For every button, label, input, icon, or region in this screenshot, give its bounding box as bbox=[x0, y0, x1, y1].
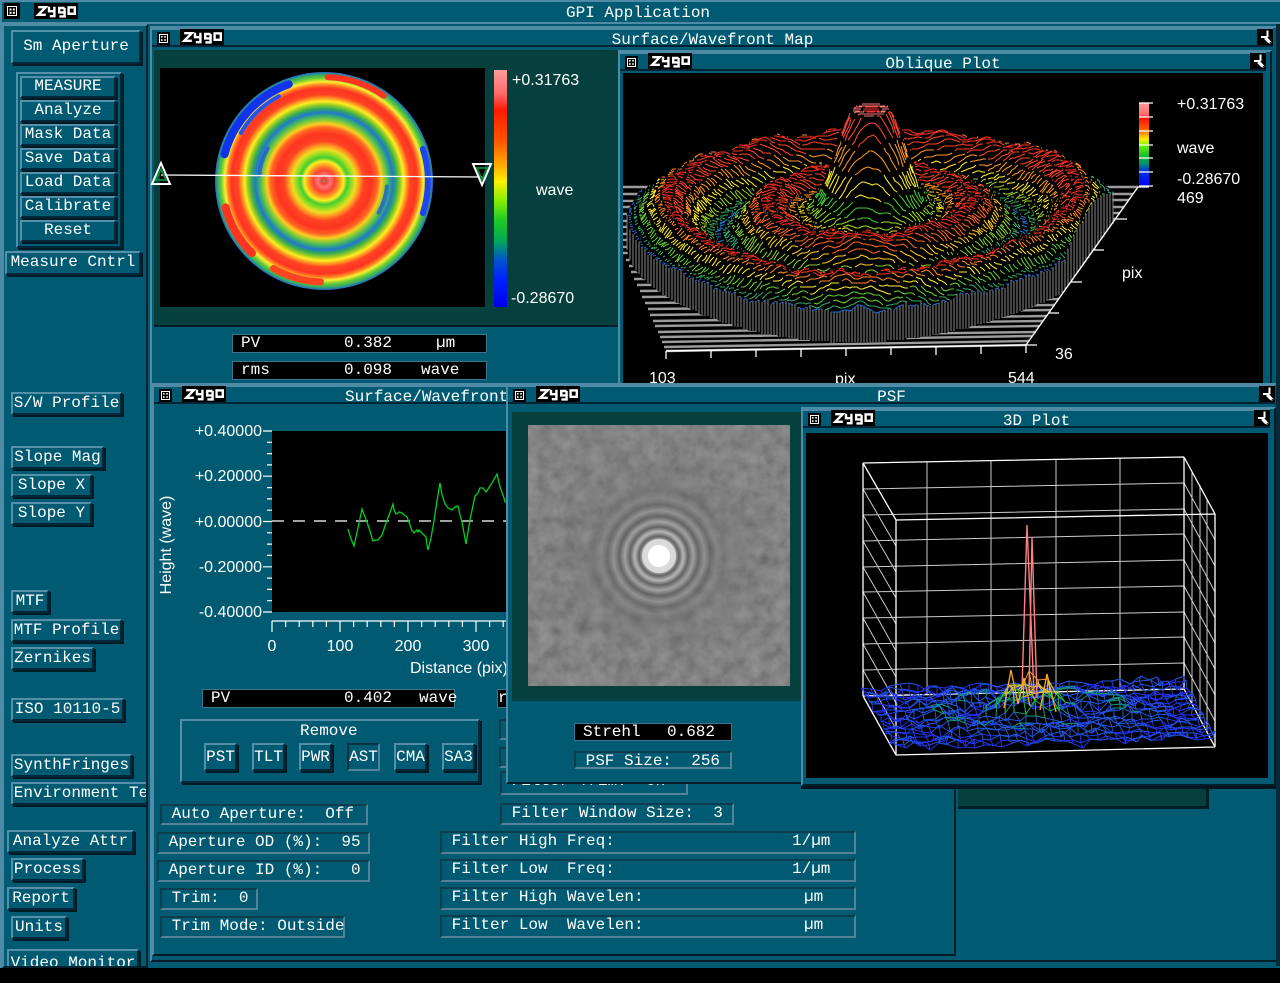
svg-text:+0.40000: +0.40000 bbox=[195, 423, 262, 440]
svg-text:+0.31763: +0.31763 bbox=[1177, 96, 1244, 113]
svg-text:300: 300 bbox=[463, 638, 490, 655]
svg-text:wave: wave bbox=[535, 182, 573, 199]
svg-text:-0.20000: -0.20000 bbox=[199, 559, 262, 576]
svg-text:Distance (pix): Distance (pix) bbox=[410, 660, 508, 677]
svg-text:+0.00000: +0.00000 bbox=[195, 514, 262, 531]
svg-text:-0.28670: -0.28670 bbox=[511, 290, 574, 307]
svg-text:-0.28670: -0.28670 bbox=[1177, 171, 1240, 188]
svg-text:36: 36 bbox=[1055, 346, 1073, 363]
svg-text:pix: pix bbox=[1122, 265, 1142, 282]
svg-text:+0.31763: +0.31763 bbox=[512, 72, 579, 89]
svg-text:Height (wave): Height (wave) bbox=[158, 496, 175, 595]
svg-text:200: 200 bbox=[395, 638, 422, 655]
svg-text:100: 100 bbox=[327, 638, 354, 655]
svg-text:0: 0 bbox=[268, 638, 277, 655]
svg-text:wave: wave bbox=[1176, 140, 1214, 157]
svg-text:+0.20000: +0.20000 bbox=[195, 468, 262, 485]
svg-text:-0.40000: -0.40000 bbox=[199, 604, 262, 621]
svg-text:469: 469 bbox=[1177, 190, 1204, 207]
